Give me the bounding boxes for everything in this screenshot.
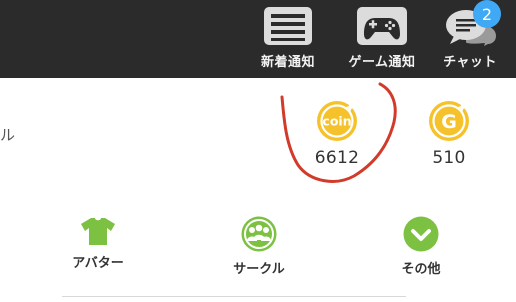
gold-coin-icon: G bbox=[429, 101, 469, 141]
news-list-icon bbox=[262, 6, 314, 46]
avatar-menu-item[interactable]: アバター bbox=[48, 216, 148, 278]
top-header-bar: 新着通知 ゲーム通知 チャット 2 bbox=[0, 0, 516, 78]
coin-icon-text: coin bbox=[322, 114, 351, 129]
gold-value: 510 bbox=[432, 148, 466, 168]
game-notification-label: ゲーム通知 bbox=[348, 55, 416, 70]
news-notification-button[interactable]: 新着通知 bbox=[250, 6, 326, 72]
other-menu-item[interactable]: その他 bbox=[371, 216, 471, 278]
avatar-label: アバター bbox=[72, 256, 124, 271]
coin-balance[interactable]: coin 6612 bbox=[297, 100, 377, 170]
gold-balance[interactable]: G 510 bbox=[409, 100, 489, 170]
game-notification-button[interactable]: ゲーム通知 bbox=[340, 6, 424, 72]
chevron-down-icon bbox=[403, 216, 439, 252]
circle-label: サークル bbox=[233, 262, 285, 277]
group-icon bbox=[241, 216, 277, 252]
shirt-icon bbox=[81, 218, 115, 245]
chat-label: チャット bbox=[443, 55, 497, 70]
coin-icon: coin bbox=[317, 101, 357, 141]
circle-menu-item[interactable]: サークル bbox=[209, 216, 309, 278]
gold-icon-text: G bbox=[441, 111, 457, 133]
chat-unread-badge: 2 bbox=[473, 0, 501, 28]
coin-value: 6612 bbox=[314, 148, 360, 168]
divider bbox=[62, 296, 406, 297]
gamepad-icon bbox=[356, 6, 408, 46]
news-notification-label: 新着通知 bbox=[260, 55, 315, 70]
other-label: その他 bbox=[401, 262, 441, 277]
truncated-text: ル bbox=[0, 126, 16, 144]
